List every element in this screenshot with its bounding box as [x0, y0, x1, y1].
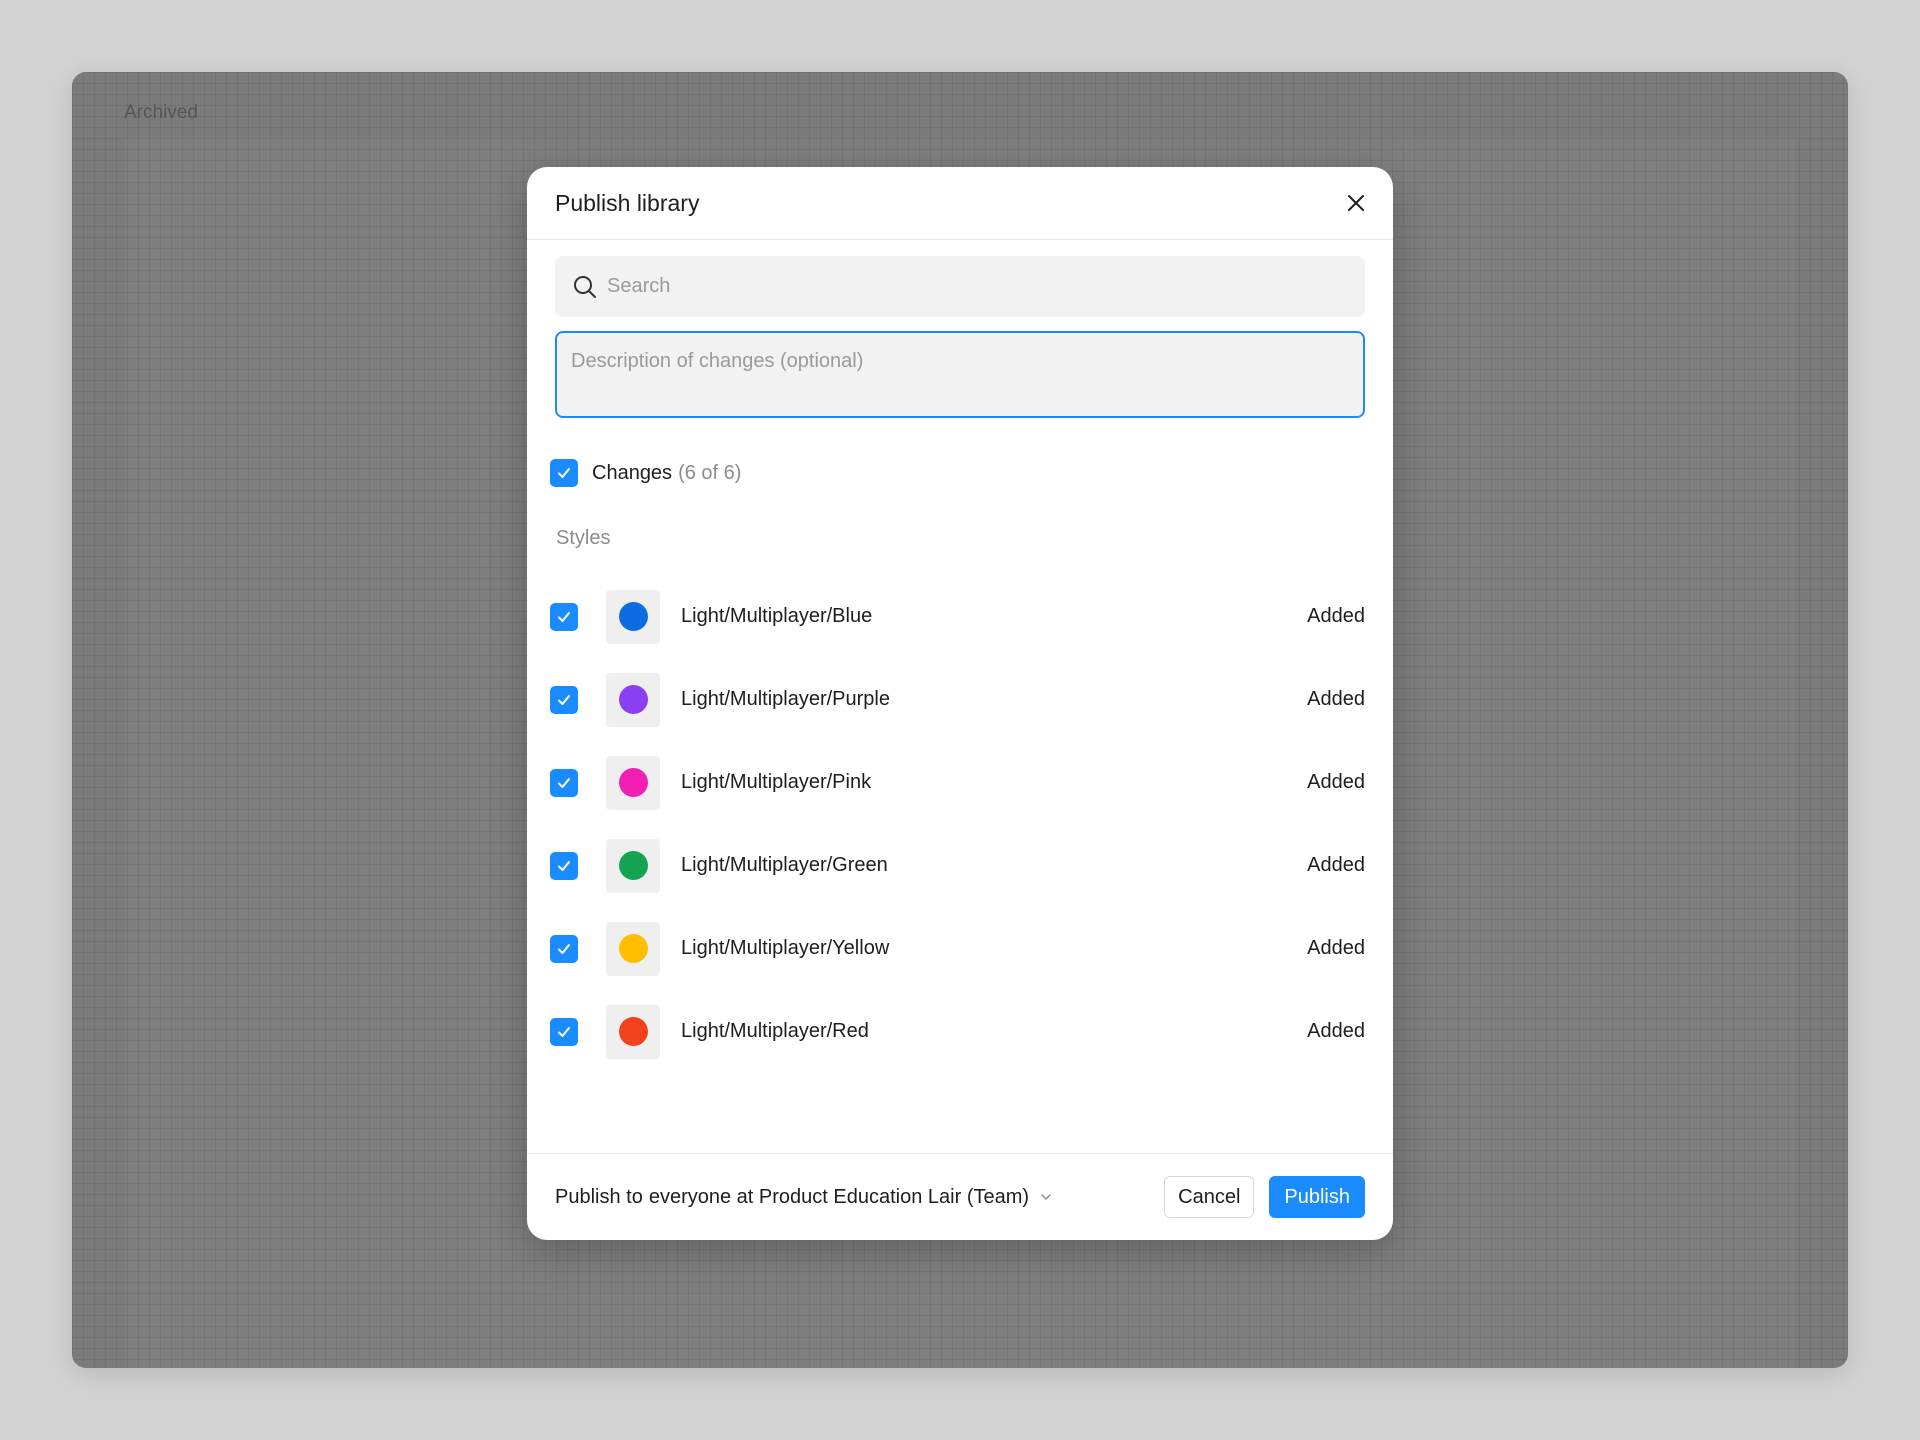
style-status: Added — [1307, 854, 1365, 876]
style-row-blue[interactable]: Light/Multiplayer/Blue Added — [550, 575, 1370, 658]
swatch-dot — [618, 685, 648, 714]
style-row-yellow[interactable]: Light/Multiplayer/Yellow Added — [550, 907, 1370, 990]
styles-list: Light/Multiplayer/Blue Added Light/Multi… — [550, 575, 1370, 1073]
changes-toggle-row: Changes (6 of 6) — [550, 458, 741, 488]
dialog-footer: Publish to everyone at Product Education… — [527, 1153, 1393, 1240]
publish-scope-dropdown[interactable]: Publish to everyone at Product Education… — [555, 1186, 1053, 1209]
style-name: Light/Multiplayer/Pink — [681, 771, 872, 793]
style-checkbox[interactable] — [550, 685, 578, 714]
description-input[interactable] — [571, 350, 1349, 399]
swatch-dot — [618, 934, 648, 963]
style-status: Added — [1307, 1020, 1365, 1042]
style-checkbox[interactable] — [550, 602, 578, 631]
checkmark-icon — [558, 611, 570, 622]
checkmark-icon — [558, 1026, 570, 1037]
style-row-pink[interactable]: Light/Multiplayer/Pink Added — [550, 741, 1370, 824]
style-checkbox[interactable] — [550, 1017, 578, 1046]
search-field[interactable] — [555, 256, 1365, 317]
checkmark-icon — [558, 777, 570, 788]
style-checkbox[interactable] — [550, 768, 578, 797]
chevron-down-icon — [1041, 1194, 1051, 1201]
style-status: Added — [1307, 688, 1365, 710]
color-swatch — [606, 589, 660, 644]
swatch-dot — [618, 851, 648, 880]
archived-label: Archived — [124, 102, 198, 123]
changes-count: (6 of 6) — [678, 461, 742, 484]
swatch-dot — [618, 768, 648, 797]
dialog-header: Publish library — [527, 167, 1393, 240]
color-swatch — [606, 672, 660, 727]
style-name: Light/Multiplayer/Yellow — [681, 937, 890, 959]
style-name: Light/Multiplayer/Purple — [681, 688, 890, 710]
style-row-purple[interactable]: Light/Multiplayer/Purple Added — [550, 658, 1370, 741]
footer-buttons: Cancel Publish — [1164, 1176, 1365, 1218]
changes-checkbox[interactable] — [550, 459, 578, 487]
checkmark-icon — [558, 943, 570, 954]
style-checkbox[interactable] — [550, 851, 578, 880]
publish-to-target: everyone at Product Education Lair (Team… — [648, 1185, 1030, 1208]
search-input[interactable] — [607, 275, 1327, 298]
publish-to-prefix: Publish to — [555, 1185, 643, 1208]
styles-section-heading: Styles — [556, 527, 611, 549]
close-button[interactable] — [1339, 186, 1373, 220]
cancel-button[interactable]: Cancel — [1164, 1176, 1255, 1218]
style-status: Added — [1307, 605, 1365, 627]
close-icon — [1348, 195, 1364, 211]
publish-button[interactable]: Publish — [1269, 1176, 1365, 1218]
publish-library-dialog: Publish library Changes (6 of 6) Styles — [527, 167, 1393, 1240]
checkmark-icon — [558, 694, 570, 705]
style-status: Added — [1307, 771, 1365, 793]
style-row-red[interactable]: Light/Multiplayer/Red Added — [550, 990, 1370, 1073]
color-swatch — [606, 921, 660, 976]
color-swatch — [606, 838, 660, 893]
description-field[interactable] — [555, 331, 1365, 418]
style-checkbox[interactable] — [550, 934, 578, 963]
color-swatch — [606, 1004, 660, 1059]
style-name: Light/Multiplayer/Red — [681, 1020, 869, 1042]
style-name: Light/Multiplayer/Green — [681, 854, 888, 876]
swatch-dot — [618, 602, 648, 631]
checkmark-icon — [558, 468, 570, 478]
dialog-title: Publish library — [555, 189, 700, 216]
swatch-dot — [618, 1017, 648, 1046]
search-icon — [574, 275, 596, 298]
style-row-green[interactable]: Light/Multiplayer/Green Added — [550, 824, 1370, 907]
style-status: Added — [1307, 937, 1365, 959]
color-swatch — [606, 755, 660, 810]
checkmark-icon — [558, 860, 570, 871]
style-name: Light/Multiplayer/Blue — [681, 605, 873, 627]
changes-label: Changes — [592, 461, 673, 484]
